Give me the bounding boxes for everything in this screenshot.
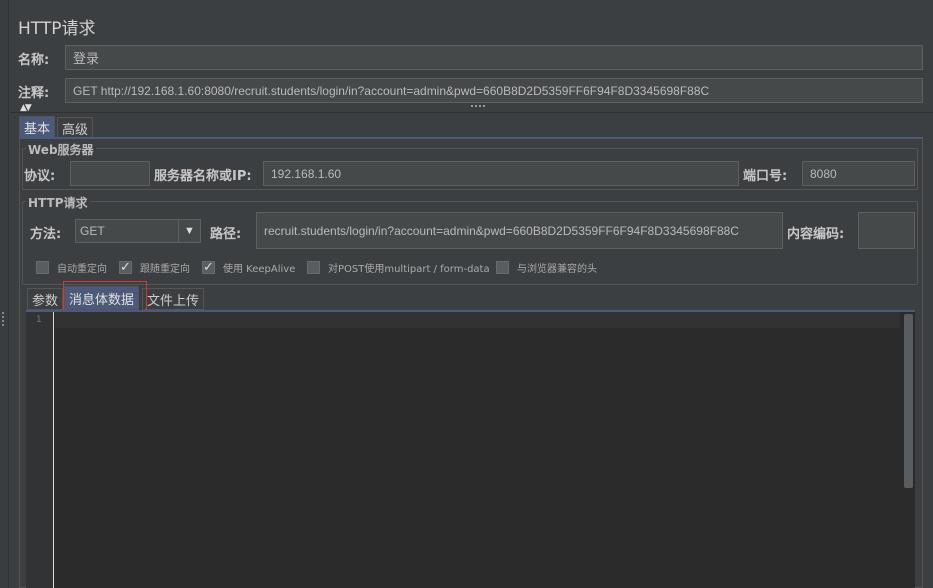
checkbox-auto-redirect[interactable]: 自动重定向 — [36, 260, 107, 275]
splitter-grip-icon — [2, 312, 6, 326]
name-input[interactable]: 登录 — [65, 45, 923, 70]
left-splitter[interactable] — [0, 0, 9, 588]
method-label: 方法: — [30, 227, 62, 242]
encoding-input[interactable] — [858, 212, 915, 249]
comment-label: 注释: — [18, 86, 50, 101]
method-value: GET — [80, 224, 105, 238]
tab-advanced[interactable]: 高级 — [57, 117, 94, 139]
server-label: 服务器名称或IP: — [154, 169, 252, 184]
tab-file-upload[interactable]: 文件上传 — [142, 288, 205, 310]
checkbox-box[interactable] — [307, 261, 320, 274]
checkbox-follow-redirect[interactable]: ✓ 跟随重定向 — [119, 260, 190, 275]
line-number: 1 — [36, 315, 42, 325]
path-input[interactable]: recruit.students/login/in?account=admin&… — [256, 212, 783, 249]
checkbox-keepalive[interactable]: ✓ 使用 KeepAlive — [202, 260, 295, 275]
name-label: 名称: — [18, 53, 50, 68]
panel-title: HTTP请求 — [18, 19, 96, 39]
port-input[interactable]: 8080 — [802, 161, 915, 186]
checkbox-box[interactable] — [496, 261, 509, 274]
body-editor[interactable]: 1 — [26, 310, 915, 588]
web-server-legend: Web服务器 — [26, 141, 96, 158]
path-label: 路径: — [210, 227, 242, 242]
method-select[interactable]: GET ▼ — [75, 219, 201, 243]
tab-basic[interactable]: 基本 — [19, 116, 56, 138]
checkbox-label: 对POST使用multipart / form-data — [328, 264, 490, 275]
server-input[interactable]: 192.168.1.60 — [263, 161, 739, 186]
checkbox-multipart[interactable]: 对POST使用multipart / form-data — [307, 260, 490, 275]
checkbox-box[interactable] — [36, 261, 49, 274]
check-icon[interactable]: ✓ — [202, 261, 215, 274]
current-line — [55, 312, 900, 328]
http-request-legend: HTTP请求 — [26, 194, 90, 211]
comment-input[interactable]: GET http://192.168.1.60:8080/recruit.stu… — [65, 78, 923, 103]
vertical-scrollbar[interactable] — [904, 314, 913, 488]
check-icon[interactable]: ✓ — [119, 261, 132, 274]
port-label: 端口号: — [743, 169, 788, 184]
checkbox-label: 与浏览器兼容的头 — [517, 264, 597, 275]
checkbox-label: 自动重定向 — [57, 264, 107, 275]
protocol-input[interactable] — [70, 161, 150, 186]
line-gutter — [26, 312, 54, 588]
resize-grip-icon[interactable] — [471, 105, 485, 109]
chevron-down-icon[interactable]: ▼ — [178, 220, 200, 242]
checkbox-label: 跟随重定向 — [140, 264, 190, 275]
divider — [10, 112, 933, 113]
encoding-label: 内容编码: — [787, 227, 845, 242]
checkbox-label: 使用 KeepAlive — [223, 264, 296, 275]
tab-parameters[interactable]: 参数 — [27, 288, 64, 310]
protocol-label: 协议: — [24, 169, 56, 184]
checkbox-browser-headers[interactable]: 与浏览器兼容的头 — [496, 260, 597, 275]
